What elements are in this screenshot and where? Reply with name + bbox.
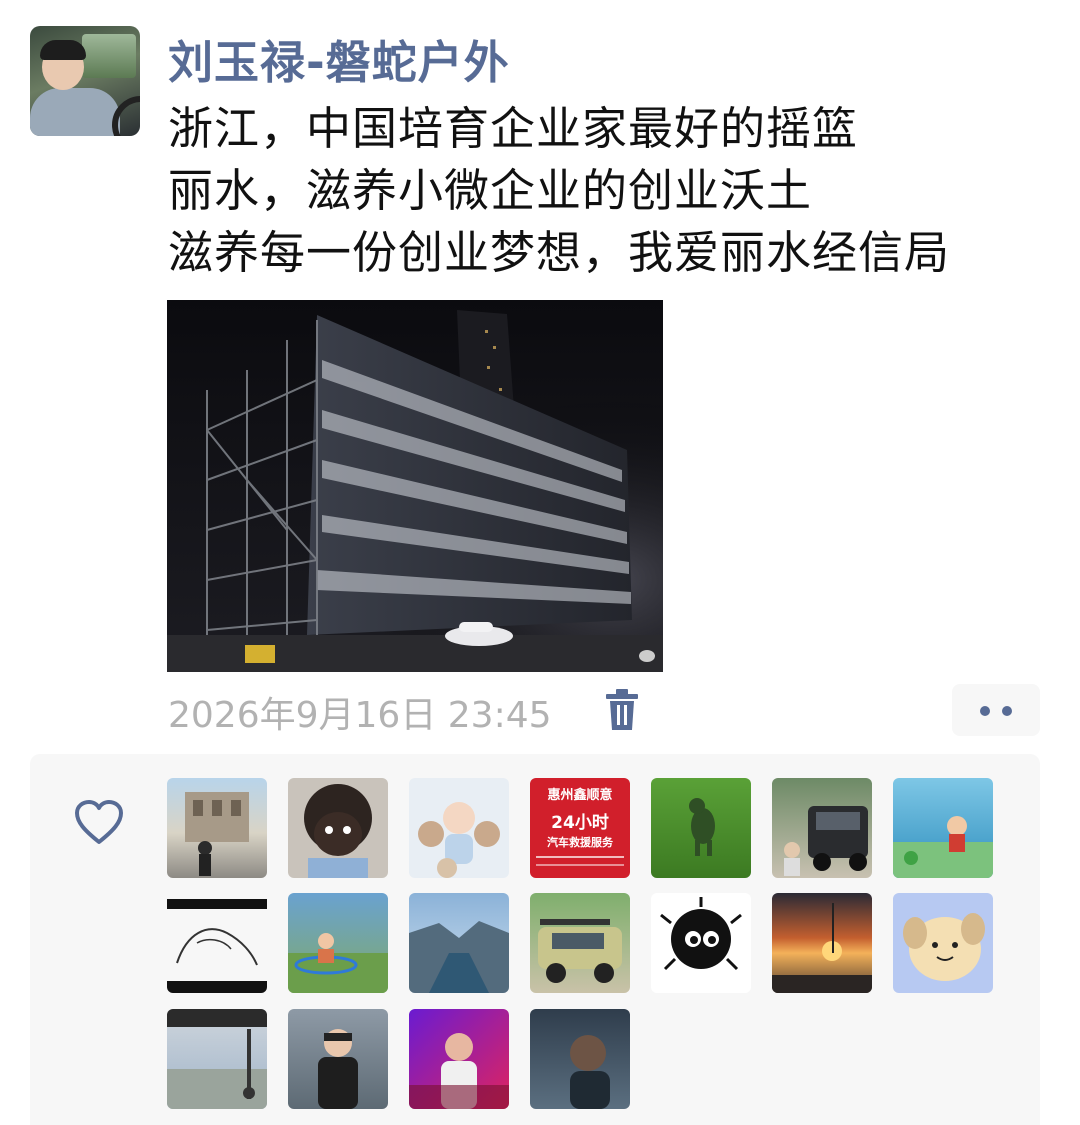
more-dots-icon bbox=[1002, 706, 1012, 716]
like-avatar[interactable] bbox=[288, 778, 388, 878]
night-building-image bbox=[167, 300, 663, 672]
moments-post: 刘玉禄-磐蛇户外 浙江，中国培育企业家最好的摇篮 丽水，滋养小微企业的创业沃土 … bbox=[0, 0, 1080, 1125]
like-avatar[interactable] bbox=[167, 778, 267, 878]
heart-outline-icon bbox=[74, 800, 124, 846]
post-text-line: 浙江，中国培育企业家最好的摇篮 bbox=[168, 102, 859, 155]
post-text-line: 丽水，滋养小微企业的创业沃土 bbox=[168, 164, 813, 217]
trash-icon[interactable] bbox=[604, 688, 640, 732]
more-dots-icon bbox=[980, 706, 990, 716]
author-avatar[interactable] bbox=[30, 26, 140, 136]
author-name[interactable]: 刘玉禄-磐蛇户外 bbox=[168, 26, 510, 91]
post-text: 浙江，中国培育企业家最好的摇篮 丽水，滋养小微企业的创业沃土 滋养每一份创业梦想… bbox=[168, 98, 1058, 284]
post-timestamp: 2026年9月16日 23:45 bbox=[168, 695, 552, 736]
post-text-line: 滋养每一份创业梦想，我爱丽水经信局 bbox=[168, 226, 951, 279]
like-avatar[interactable] bbox=[167, 893, 267, 993]
like-avatar[interactable] bbox=[893, 893, 993, 993]
like-avatar[interactable] bbox=[288, 893, 388, 993]
like-avatar[interactable] bbox=[409, 893, 509, 993]
like-avatar[interactable] bbox=[893, 778, 993, 878]
like-avatar[interactable] bbox=[530, 1009, 630, 1109]
like-avatar[interactable] bbox=[530, 893, 630, 993]
like-avatar[interactable] bbox=[772, 893, 872, 993]
more-actions-button[interactable] bbox=[952, 684, 1040, 736]
like-avatar[interactable] bbox=[651, 893, 751, 993]
like-avatar[interactable] bbox=[409, 778, 509, 878]
like-avatar[interactable] bbox=[409, 1009, 509, 1109]
like-avatar[interactable] bbox=[651, 778, 751, 878]
post-photo[interactable] bbox=[167, 300, 663, 672]
like-avatar[interactable] bbox=[772, 778, 872, 878]
like-avatar[interactable] bbox=[288, 1009, 388, 1109]
like-avatar[interactable]: 惠州鑫顺意 24小时 汽车救援服务 bbox=[530, 778, 630, 878]
like-avatar[interactable] bbox=[167, 1009, 267, 1109]
